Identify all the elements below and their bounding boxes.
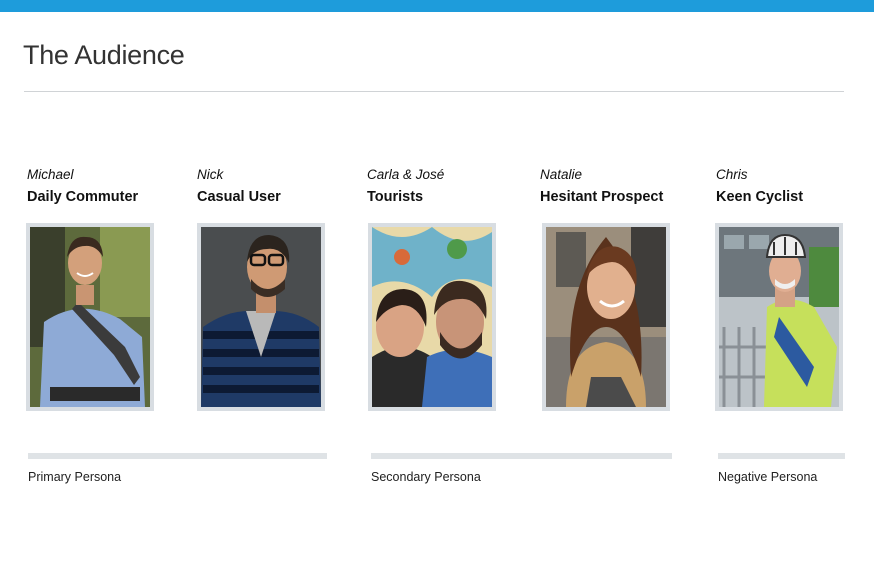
persona-card-michael: Michael Daily Commuter [27,166,177,208]
persona-role: Keen Cyclist [716,189,804,205]
persona-name: Natalie [540,167,583,182]
persona-photo-nick [197,223,325,411]
title-divider [24,91,844,92]
persona-photo-chris [715,223,843,411]
persona-photo-natalie [542,223,670,411]
group-label-negative: Negative Persona [718,470,818,484]
page-title: The Audience [23,40,185,70]
persona-name: Carla & José [367,167,445,182]
group-label-secondary: Secondary Persona [371,470,481,484]
persona-role: Hesitant Prospect [540,189,664,205]
group-bar-secondary [371,453,672,459]
persona-role: Tourists [367,189,424,205]
persona-name: Chris [716,167,748,182]
persona-card-natalie: Natalie Hesitant Prospect [540,166,690,208]
persona-card-carla-jose: Carla & José Tourists [367,166,517,208]
group-bar-negative [718,453,845,459]
top-accent-bar [0,0,874,12]
persona-photo-michael [26,223,154,411]
group-bar-primary [28,453,327,459]
persona-name: Michael [27,167,74,182]
group-label-primary: Primary Persona [28,470,122,484]
persona-card-nick: Nick Casual User [197,166,347,208]
persona-photo-carla-jose [368,223,496,411]
persona-card-chris: Chris Keen Cyclist [716,166,866,208]
persona-role: Daily Commuter [27,189,139,205]
persona-role: Casual User [197,189,281,205]
persona-name: Nick [197,167,224,182]
